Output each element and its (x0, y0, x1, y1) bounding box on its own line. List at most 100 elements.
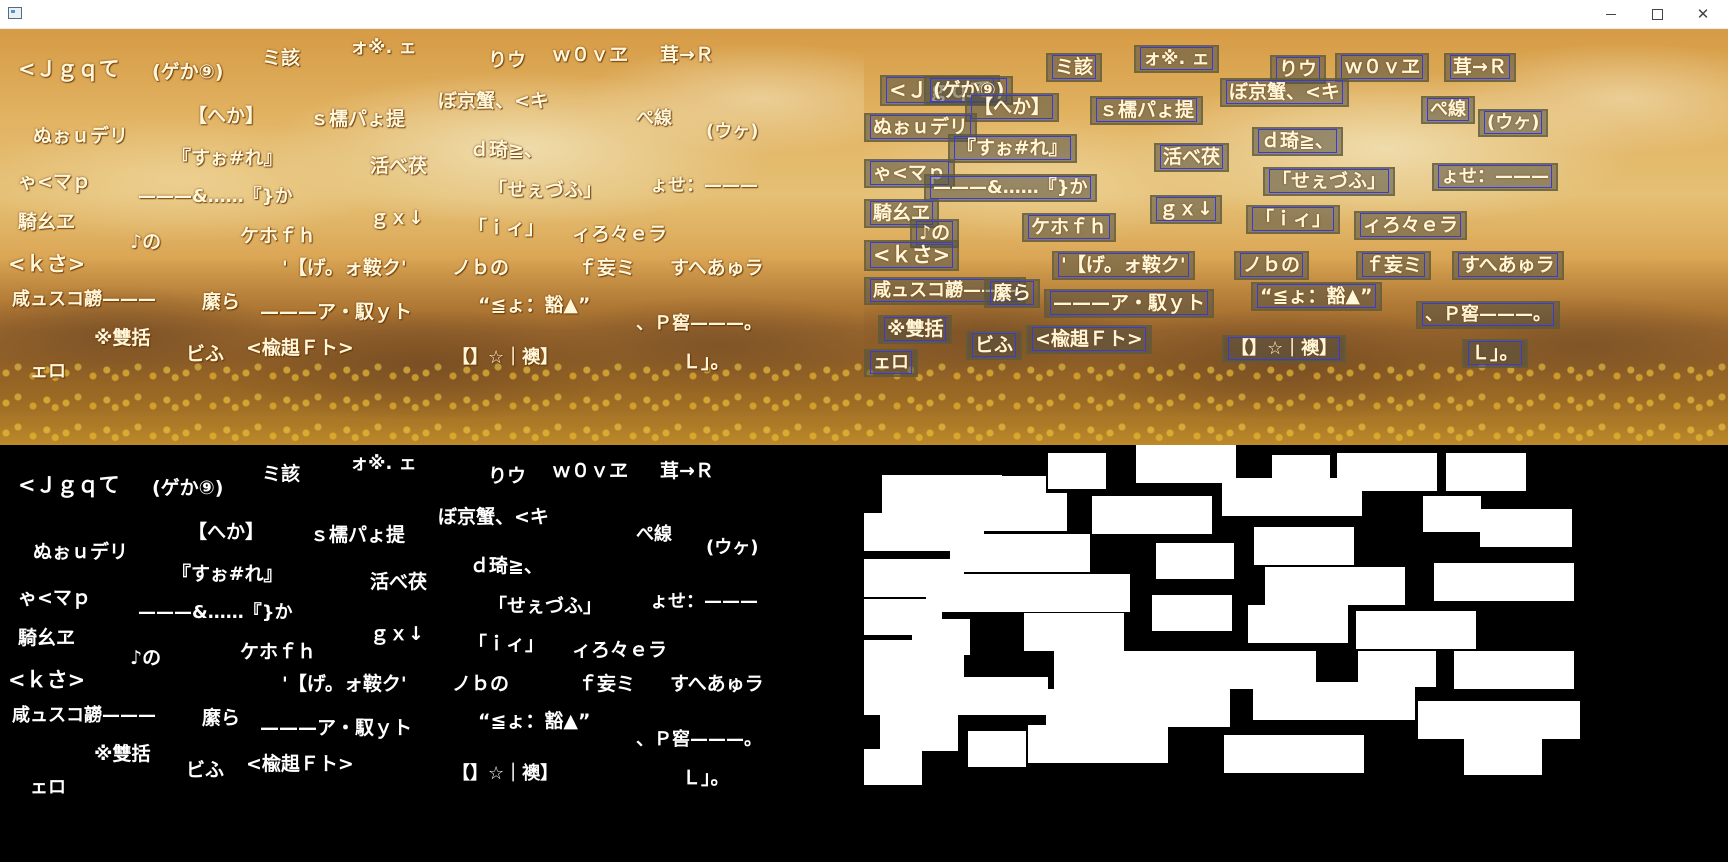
rendered-word-38: ビふ (186, 343, 225, 365)
minimize-button[interactable] (1588, 0, 1634, 28)
window-icon (8, 7, 22, 19)
detected-word-41: Ｌ」。 (1462, 339, 1528, 368)
mask-word-37: ※雙括 (94, 743, 151, 765)
detected-word-3: ミ該 (1045, 53, 1103, 82)
detected-word-22: ｇｘ↓ (1150, 195, 1222, 224)
mask-box-7 (1446, 453, 1526, 491)
mask-word-3: ミ該 (262, 463, 301, 485)
detected-word-34: ———ア・馭ｙト (1043, 289, 1215, 318)
detected-word-36: 、Ｐ窖———。 (1416, 301, 1560, 329)
detected-word-5: りウ (1269, 55, 1327, 84)
rendered-word-4: ォ※. ェ (350, 37, 417, 58)
mask-word-10: ぼ京蟹、<キ (438, 506, 549, 528)
detected-word-40: 【】☆｜襖】 (1221, 335, 1347, 363)
detected-word-26: ケホｆｈ (1021, 213, 1117, 242)
mask-word-15: 活べ茯 (370, 571, 428, 593)
mask-word-34: ———ア・馭ｙト (260, 717, 413, 739)
mask-box-19 (1265, 567, 1405, 605)
rendered-word-13: ぬぉｕデリ (33, 125, 129, 147)
detected-word-12: (ウヶ) (1477, 109, 1549, 137)
mask-word-28: '【げ。ォ鞍ク' (282, 673, 407, 695)
detected-word-8: 【へか】 (964, 93, 1060, 122)
rendered-text-panel: <Ｊｇｑて (ゲか⑨) ミ該 ォ※. ェりウ ｗ０ｖヱ 茸→Ｒ 【へか】 ｓ檽パょ提 ぼ京蟹、<… (0, 29, 864, 445)
rendered-word-36: 、Ｐ窖———。 (636, 313, 762, 334)
box-mask-panel (864, 445, 1728, 862)
rendered-word-28: '【げ。ォ鞍ク' (282, 257, 407, 279)
rendered-word-6: ｗ０ｖヱ (552, 44, 629, 66)
mask-box-26 (1024, 613, 1124, 651)
mask-box-41 (1464, 739, 1542, 775)
mask-word-36: 、Ｐ窖———。 (636, 729, 762, 750)
mask-word-30: ｆ妄ミ (578, 673, 636, 695)
mask-word-17: ゃ<マｐ (18, 587, 91, 609)
mask-word-38: ビふ (186, 759, 225, 781)
mask-word-32: 咸ュスコ髝——— (12, 705, 156, 726)
minimize-icon (1606, 13, 1616, 15)
mask-word-2: (ゲか⑨) (152, 477, 224, 499)
rendered-word-32: 咸ュスコ髝——— (12, 289, 156, 310)
rendered-word-14: 『すぉ#れ』 (172, 147, 283, 169)
rendered-word-10: ぼ京蟹、<キ (438, 90, 549, 112)
mask-word-25: ♪の (130, 647, 162, 669)
rendered-word-9: ｓ檽パょ提 (310, 108, 406, 130)
window-titlebar: ✕ (0, 0, 1728, 29)
detected-word-23: 「ｉィ」 (1245, 205, 1341, 234)
detected-word-16: ｄ琦≧、 (1252, 127, 1343, 156)
mask-box-31 (1454, 651, 1574, 689)
detected-word-37: ※雙括 (877, 315, 953, 344)
rendered-word-35: “≦ょ：豁▲” (478, 294, 591, 316)
close-icon: ✕ (1696, 4, 1710, 23)
maximize-button[interactable] (1634, 0, 1680, 28)
rendered-word-1: <Ｊｇｑて (18, 57, 120, 81)
mask-word-22: ｇｘ↓ (370, 623, 424, 645)
detected-word-27: <ｋさ> (864, 240, 960, 271)
mask-word-31: すへあゅラ (670, 673, 764, 695)
mask-word-8: 【へか】 (188, 521, 265, 543)
rendered-word-12: (ウヶ) (706, 121, 759, 142)
mask-word-24: ィろ々ｅラ (572, 639, 668, 661)
rendered-word-15: 活べ茯 (370, 155, 428, 177)
mask-word-40: 【】☆｜襖】 (452, 763, 559, 784)
detected-word-28: '【げ。ォ鞍ク' (1052, 251, 1195, 280)
mask-box-38 (968, 731, 1026, 767)
mask-box-11 (1423, 496, 1481, 532)
detected-word-20: ょせ：——— (1432, 163, 1558, 191)
detection-panel: <Ｊｇｑて(ゲか⑨)ミ該ォ※. ェりウｗ０ｖヱ茸→Ｒ【へか】ｓ檽パょ提ぼ京蟹、<… (864, 29, 1728, 445)
mask-word-18: ———&……『}か (138, 602, 293, 623)
detected-word-7: 茸→Ｒ (1444, 53, 1516, 82)
rendered-word-18: ———&……『}か (138, 186, 293, 207)
detected-word-38: ビふ (965, 331, 1023, 360)
mask-box-4 (1136, 445, 1236, 483)
rendered-word-31: すへあゅラ (670, 257, 764, 279)
rendered-word-5: りウ (488, 49, 527, 71)
close-button[interactable]: ✕ (1680, 0, 1726, 28)
mask-word-13: ぬぉｕデリ (33, 541, 129, 563)
mask-word-35: “≦ょ：豁▲” (478, 710, 591, 732)
rendered-word-25: ♪の (130, 231, 162, 253)
mask-word-27: <ｋさ> (8, 668, 86, 692)
detected-word-4: ォ※. ェ (1134, 45, 1219, 73)
mask-word-11: ぺ線 (636, 524, 672, 545)
detected-word-11: ぺ線 (1421, 96, 1475, 124)
mask-word-14: 『すぉ#れ』 (172, 563, 283, 585)
mask-word-19: 「せぇづふ」 (488, 595, 603, 617)
rendered-word-11: ぺ線 (636, 108, 672, 129)
mask-box-3 (1048, 453, 1106, 489)
detected-word-42: ェロ (864, 349, 918, 377)
mask-word-26: ケホｆｈ (240, 641, 317, 663)
rendered-word-42: ェロ (30, 361, 66, 382)
mask-box-42 (864, 749, 922, 785)
rendered-word-40: 【】☆｜襖】 (452, 347, 559, 368)
mask-word-33: 縻ら (202, 707, 241, 729)
mask-box-36 (1418, 701, 1580, 739)
mask-word-7: 茸→Ｒ (660, 460, 714, 482)
rendered-word-23: 「ｉィ」 (468, 217, 545, 239)
maximize-icon (1651, 8, 1663, 20)
detected-word-39: <楡趄Ｆト> (1026, 325, 1152, 354)
rendered-word-34: ———ア・馭ｙト (260, 301, 413, 323)
mask-box-35 (1253, 682, 1415, 720)
mask-box-18 (926, 574, 1130, 612)
mask-box-15 (1156, 543, 1234, 579)
mask-box-23 (1248, 605, 1348, 643)
mask-box-12 (1480, 509, 1572, 547)
